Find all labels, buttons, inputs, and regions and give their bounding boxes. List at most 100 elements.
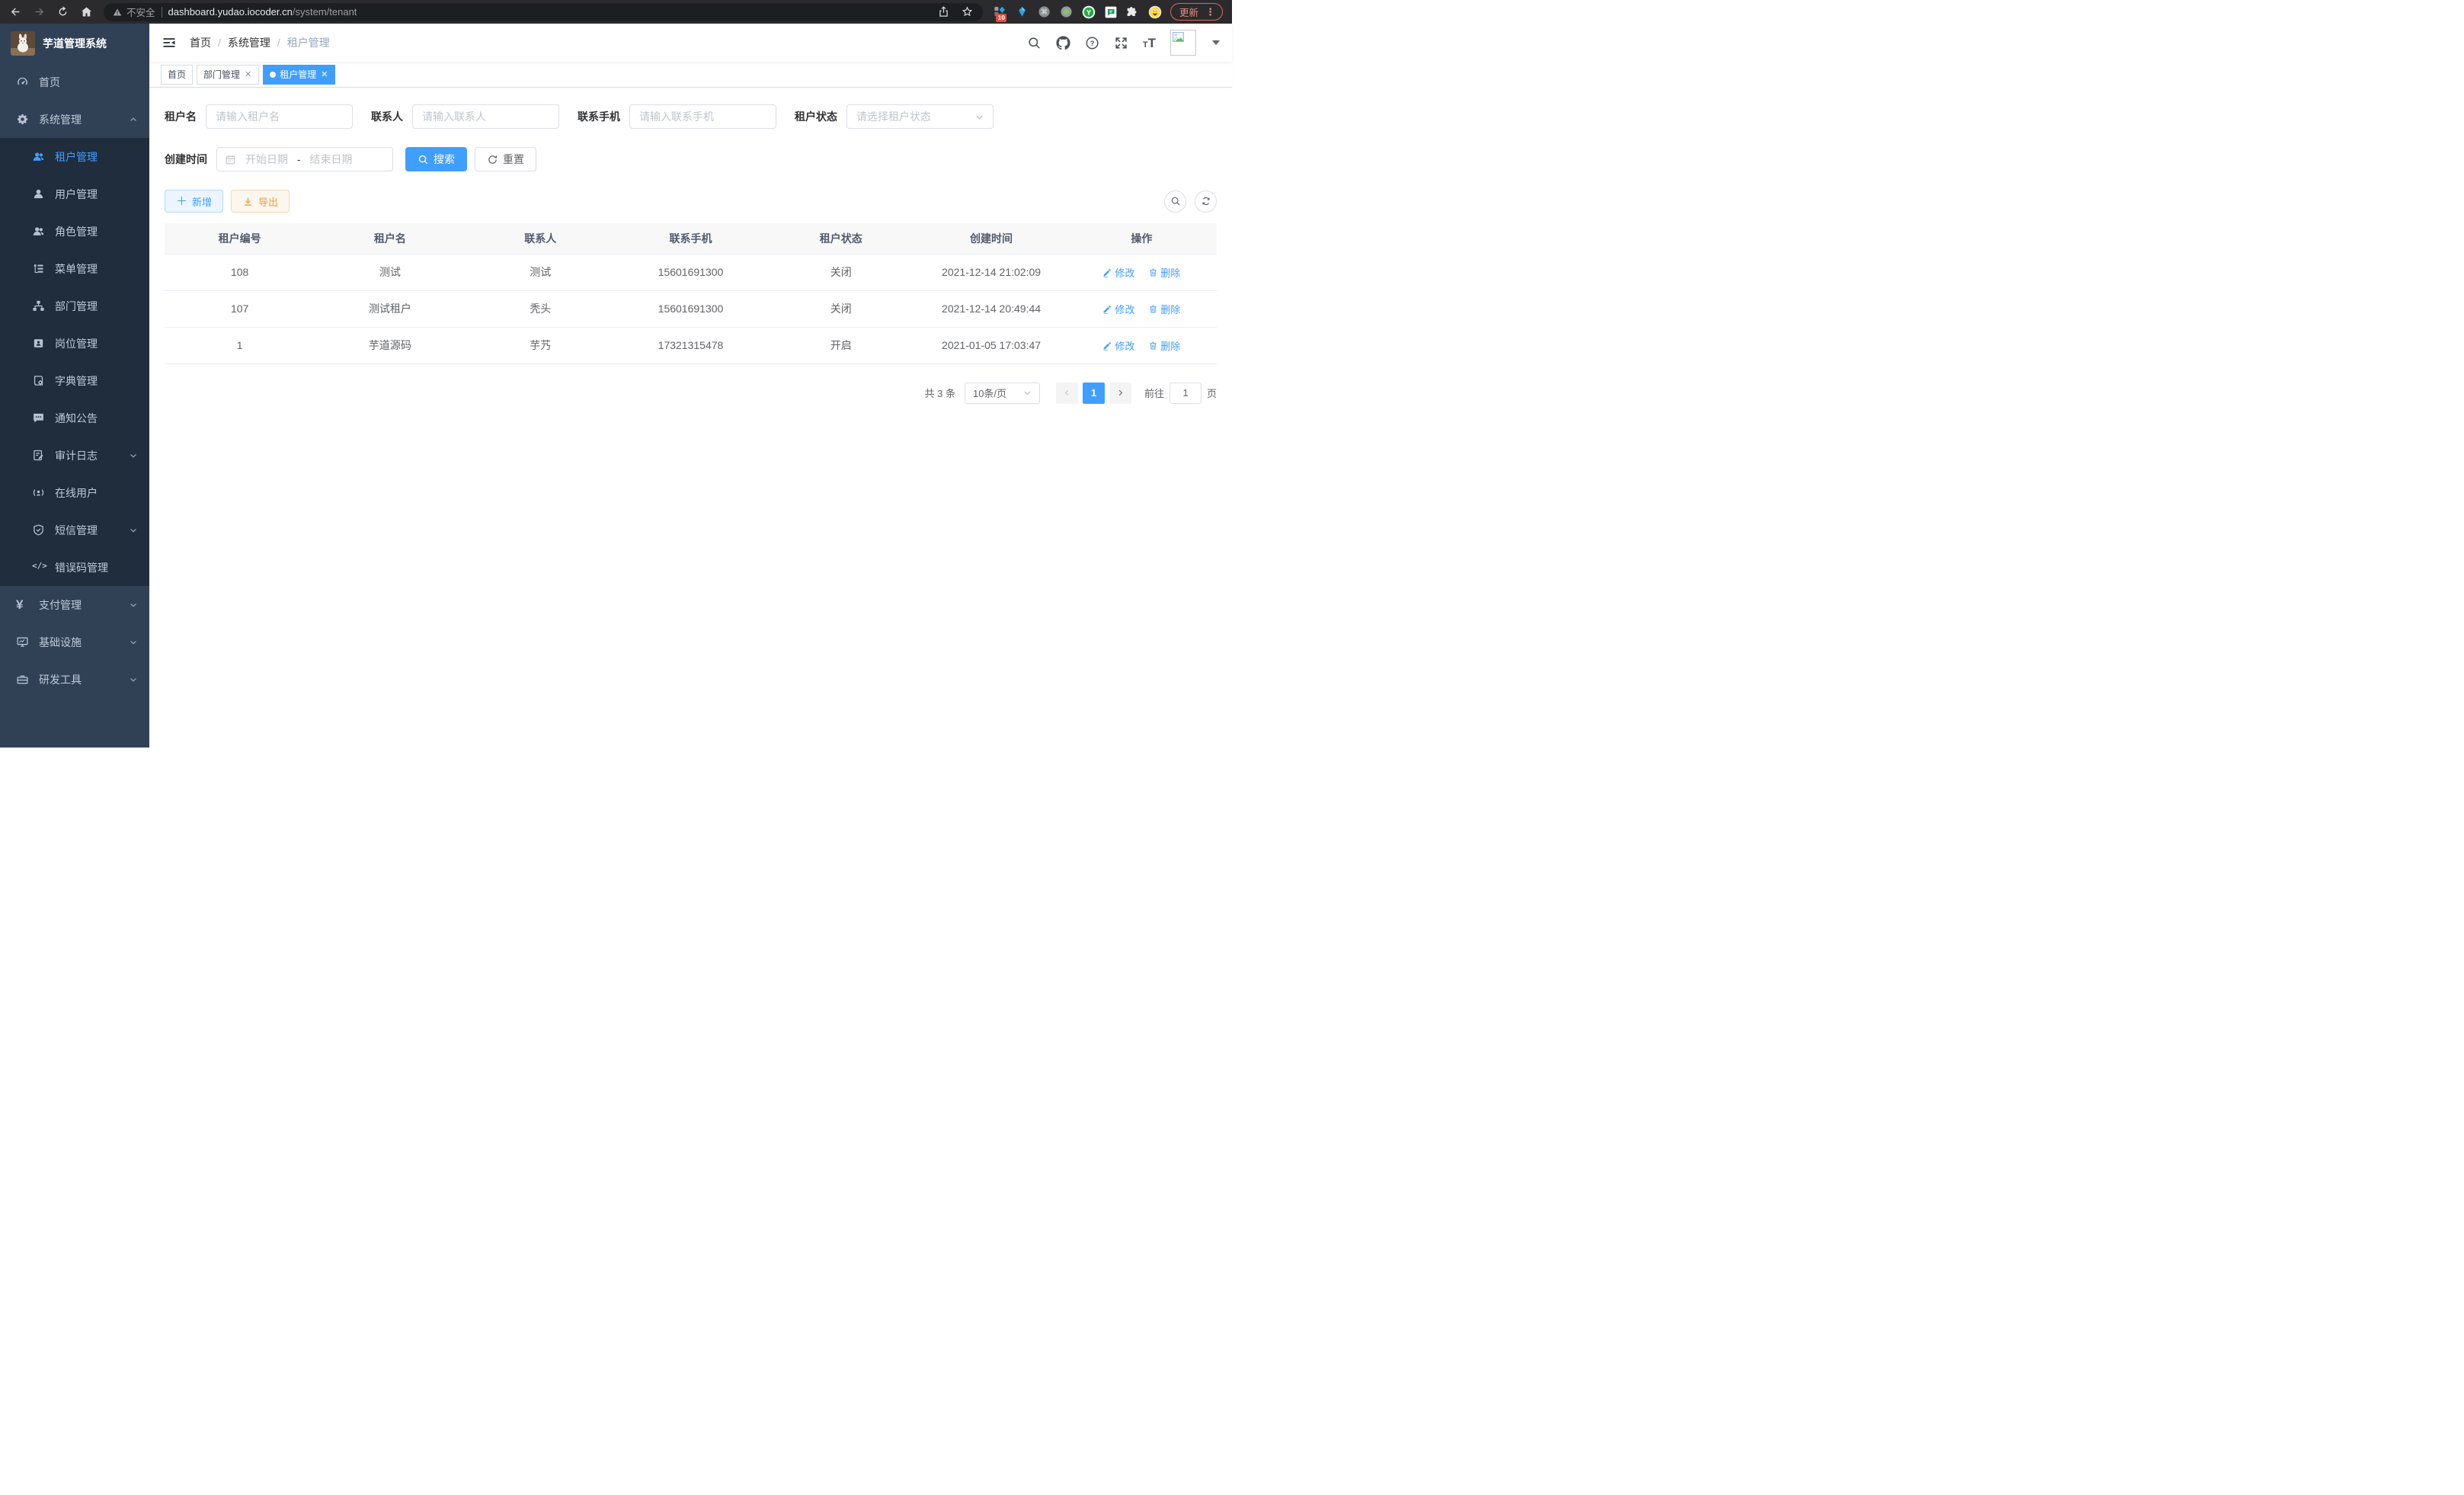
y-extension-icon[interactable]: Y	[1082, 5, 1096, 19]
delete-label: 删除	[1160, 302, 1180, 316]
command-extension-icon[interactable]: ⌘	[1038, 5, 1051, 19]
next-page-button[interactable]	[1109, 383, 1131, 404]
help-icon[interactable]: ?	[1085, 36, 1099, 50]
toggle-search-button[interactable]	[1164, 190, 1186, 213]
close-icon[interactable]: ✕	[320, 69, 328, 79]
date-range-picker[interactable]: -	[216, 147, 393, 171]
fullscreen-icon[interactable]	[1114, 36, 1128, 50]
sidebar-item-audit-log[interactable]: 审计日志	[0, 437, 149, 474]
search-button[interactable]: 搜索	[405, 147, 467, 171]
sidebar-item-label: 用户管理	[55, 187, 98, 202]
sidebar-item-infra[interactable]: 基础设施	[0, 623, 149, 661]
calendar-icon	[225, 154, 236, 165]
profile-avatar-icon[interactable]	[1148, 5, 1162, 19]
contact-label: 联系人	[371, 109, 403, 124]
add-button[interactable]: ＋ 新增	[165, 190, 223, 213]
sidebar-item-label: 岗位管理	[55, 336, 98, 351]
pay-yen-icon: ¥	[16, 598, 29, 611]
tag-label: 首页	[168, 68, 186, 81]
chat-extension-icon[interactable]	[1104, 5, 1118, 19]
status-select[interactable]: 请选择租户状态	[846, 104, 994, 129]
browser-menu-icon[interactable]: ⋮	[1205, 6, 1215, 18]
mobile-input[interactable]	[629, 104, 776, 129]
cell-created: 2021-01-05 17:03:47	[916, 327, 1066, 363]
sidebar-item-online-user[interactable]: 在线用户	[0, 474, 149, 511]
breadcrumb-home[interactable]: 首页	[190, 35, 211, 50]
top-navbar: 首页 / 系统管理 / 租户管理 ? TT	[149, 24, 1232, 62]
goto-page-input[interactable]	[1170, 383, 1202, 404]
sidebar-item-pay[interactable]: ¥ 支付管理	[0, 586, 149, 623]
date-start-input[interactable]	[239, 153, 294, 165]
kite-extension-icon[interactable]	[1016, 5, 1029, 19]
browser-home-icon[interactable]	[80, 5, 93, 18]
collapse-sidebar-icon[interactable]	[162, 35, 177, 50]
font-size-icon[interactable]: TT	[1143, 37, 1156, 50]
extensions-row: 10 ⌘ Y 更新 ⋮	[994, 3, 1223, 21]
sidebar-item-label: 基础设施	[39, 635, 82, 650]
github-icon[interactable]	[1056, 36, 1070, 50]
cell-status: 开启	[766, 327, 916, 363]
edit-link[interactable]: 修改	[1102, 265, 1134, 280]
sidebar-item-post[interactable]: 岗位管理	[0, 325, 149, 362]
page-size-select[interactable]: 10条/页	[965, 383, 1040, 404]
cell-actions: 修改 删除	[1067, 254, 1217, 290]
header-search-icon[interactable]	[1027, 36, 1042, 50]
share-icon[interactable]	[937, 5, 950, 18]
app-title: 芋道管理系统	[43, 36, 107, 51]
contact-input[interactable]	[412, 104, 559, 129]
avatar-dropdown-caret[interactable]	[1212, 40, 1220, 45]
svg-text:?: ?	[1090, 39, 1094, 47]
browser-update-button[interactable]: 更新 ⋮	[1170, 3, 1223, 21]
tenant-name-input[interactable]	[206, 104, 353, 129]
tag-home[interactable]: 首页	[161, 65, 193, 85]
browser-forward-icon[interactable]	[33, 5, 46, 18]
sidebar-item-system[interactable]: 系统管理	[0, 101, 149, 138]
edit-link[interactable]: 修改	[1102, 302, 1134, 316]
infra-monitor-icon	[16, 635, 29, 648]
sidebar-item-home[interactable]: 首页	[0, 63, 149, 101]
close-icon[interactable]: ✕	[244, 69, 252, 79]
error-code-icon: </>	[32, 561, 45, 574]
breadcrumb-system[interactable]: 系统管理	[228, 35, 270, 50]
browser-back-icon[interactable]	[9, 5, 22, 18]
cell-mobile: 17321315478	[616, 327, 766, 363]
page-1-button[interactable]: 1	[1083, 383, 1105, 404]
sidebar-item-dept[interactable]: 部门管理	[0, 287, 149, 325]
reset-button[interactable]: 重置	[475, 147, 536, 171]
bookmark-star-icon[interactable]	[961, 5, 974, 18]
sidebar-item-user[interactable]: 用户管理	[0, 175, 149, 213]
address-bar[interactable]: 不安全 dashboard.yudao.iocoder.cn/system/te…	[104, 3, 983, 21]
dashboard-icon	[16, 75, 29, 88]
export-button[interactable]: 导出	[231, 190, 290, 213]
sidebar-item-dev-tools[interactable]: 研发工具	[0, 661, 149, 698]
extension-badge: 10	[996, 14, 1006, 22]
delete-link[interactable]: 删除	[1148, 265, 1180, 280]
user-avatar[interactable]	[1170, 30, 1196, 56]
sidebar-item-role[interactable]: 角色管理	[0, 213, 149, 250]
sidebar-item-error-code[interactable]: </> 错误码管理	[0, 549, 149, 586]
cell-tenant-id: 107	[165, 290, 315, 327]
col-actions: 操作	[1067, 223, 1217, 254]
delete-link[interactable]: 删除	[1148, 338, 1180, 353]
date-end-input[interactable]	[303, 153, 358, 165]
extension-tiles-icon[interactable]: 10	[994, 5, 1007, 19]
chevron-down-icon	[129, 638, 138, 647]
puzzle-extensions-icon[interactable]	[1126, 5, 1140, 19]
tag-tenant[interactable]: 租户管理 ✕	[263, 65, 335, 85]
app-logo-row[interactable]: 芋道管理系统	[0, 24, 149, 63]
delete-link[interactable]: 删除	[1148, 302, 1180, 316]
browser-reload-icon[interactable]	[56, 5, 69, 18]
tags-view-bar: 首页 部门管理 ✕ 租户管理 ✕	[149, 62, 1232, 88]
refresh-table-button[interactable]	[1195, 190, 1217, 213]
sidebar-item-menu[interactable]: 菜单管理	[0, 250, 149, 287]
recorder-extension-icon[interactable]	[1060, 5, 1074, 19]
sidebar-item-notice[interactable]: 通知公告	[0, 399, 149, 437]
cell-mobile: 15601691300	[616, 254, 766, 290]
tag-dept[interactable]: 部门管理 ✕	[197, 65, 259, 85]
edit-link[interactable]: 修改	[1102, 338, 1134, 353]
sidebar-item-dict[interactable]: 字典管理	[0, 362, 149, 399]
sidebar-item-sms[interactable]: 短信管理	[0, 511, 149, 549]
prev-page-button[interactable]	[1056, 383, 1078, 404]
sidebar-item-tenant[interactable]: 租户管理	[0, 138, 149, 175]
sidebar-item-label: 系统管理	[39, 112, 82, 127]
